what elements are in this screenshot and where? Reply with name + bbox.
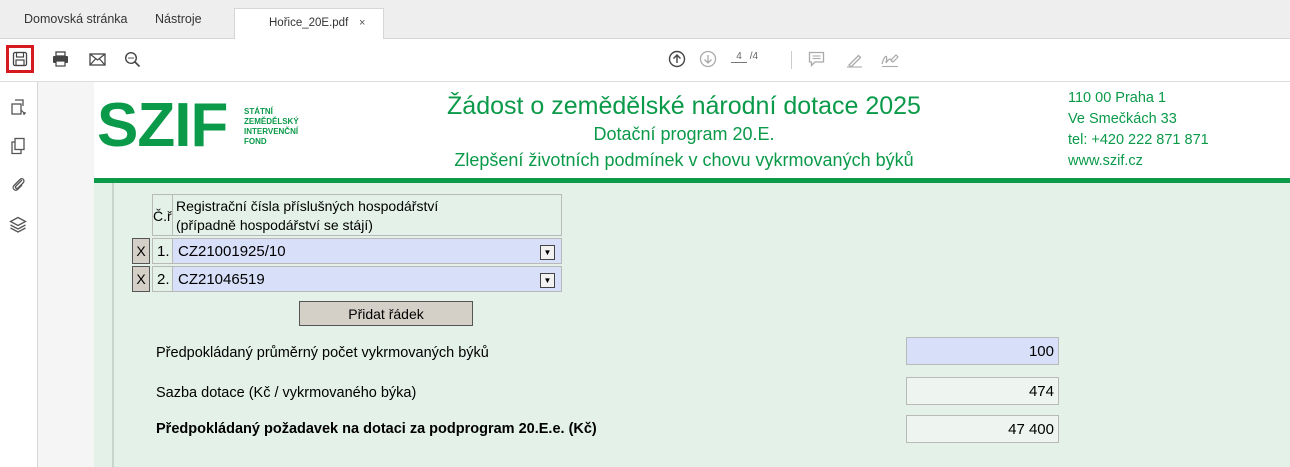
farm-registration-value: CZ21046519: [178, 271, 265, 288]
column-header-registration: Registrační čísla příslušných hospodářst…: [172, 194, 562, 236]
logo-line: INTERVENČNÍ: [244, 127, 299, 136]
tab-document-label: Hořice_20E.pdf: [269, 17, 349, 29]
dropdown-arrow-icon[interactable]: ▼: [540, 245, 555, 260]
contact-street: Ve Smečkách 33: [1068, 111, 1177, 127]
tab-home[interactable]: Domovská stránka: [24, 0, 128, 38]
row-number: 1.: [152, 238, 172, 264]
highlight-pen-icon[interactable]: [844, 49, 864, 69]
page-indicator: 4 /4: [731, 51, 758, 63]
total-label: Předpokládaný požadavek na dotaci za pod…: [156, 421, 597, 437]
delete-row-button[interactable]: X: [132, 238, 150, 264]
row-number: 2.: [152, 266, 172, 292]
dropdown-arrow-icon[interactable]: ▼: [540, 273, 555, 288]
toolbar: 4 /4: [0, 39, 1290, 82]
comment-icon[interactable]: [806, 49, 826, 69]
logo-line: STÁTNÍ: [244, 107, 273, 116]
sign-icon[interactable]: [880, 49, 900, 69]
szif-logo: SZIF: [97, 91, 228, 160]
layers-icon[interactable]: [8, 214, 28, 234]
add-row-button[interactable]: Přidat řádek: [299, 301, 473, 326]
delete-row-button[interactable]: X: [132, 266, 150, 292]
logo-line: ZEMĚDĚLSKÝ: [244, 117, 299, 126]
zoom-icon[interactable]: [122, 49, 142, 69]
document-title: Žádost o zemědělské národní dotace 2025: [447, 92, 921, 120]
farm-registration-select[interactable]: CZ21046519 ▼: [172, 266, 562, 292]
contact-phone: tel: +420 222 871 871: [1068, 132, 1209, 148]
page-thumbnails-icon[interactable]: [8, 97, 28, 117]
szif-logo-text: STÁTNÍ ZEMĚDĚLSKÝ INTERVENČNÍ FOND: [244, 107, 299, 147]
column-header-line: Registrační čísla příslušných hospodářst…: [176, 198, 439, 214]
page-total: /4: [749, 51, 759, 62]
rate-value: 474: [906, 377, 1059, 405]
close-icon[interactable]: ×: [359, 9, 365, 37]
tab-document[interactable]: Hořice_20E.pdf ×: [234, 8, 384, 40]
count-input[interactable]: 100: [906, 337, 1059, 365]
rate-label: Sazba dotace (Kč / vykrmovaného býka): [156, 385, 417, 401]
contact-city: 110 00 Praha 1: [1068, 90, 1167, 106]
total-value: 47 400: [906, 415, 1059, 443]
tab-tools[interactable]: Nástroje: [155, 0, 202, 38]
logo-line: FOND: [244, 137, 267, 146]
document-title-block: Žádost o zemědělské národní dotace 2025 …: [364, 90, 1004, 174]
left-nav-panel: [0, 82, 38, 467]
column-header-no: Č.ř.: [152, 194, 176, 236]
document-viewport[interactable]: SZIF STÁTNÍ ZEMĚDĚLSKÝ INTERVENČNÍ FOND …: [38, 82, 1290, 467]
document-subtitle: Dotační program 20.E.: [593, 124, 775, 144]
print-icon[interactable]: [50, 49, 70, 69]
save-icon[interactable]: [10, 49, 30, 69]
count-label: Předpokládaný průměrný počet vykrmovanýc…: [156, 345, 489, 361]
toolbar-separator: [791, 51, 792, 69]
form-margin-line: [112, 183, 114, 467]
page-down-icon[interactable]: [698, 49, 718, 69]
document-program-name: Zlepšení životních podmínek v chovu vykr…: [454, 150, 914, 170]
page-up-icon[interactable]: [667, 49, 687, 69]
email-icon[interactable]: [87, 49, 107, 69]
column-header-line: (případně hospodářství se stájí): [176, 217, 373, 233]
page-current-input[interactable]: 4: [731, 51, 747, 63]
farm-registration-select[interactable]: CZ21001925/10 ▼: [172, 238, 562, 264]
copy-pages-icon[interactable]: [8, 136, 28, 156]
farm-registration-value: CZ21001925/10: [178, 243, 286, 260]
attachment-icon[interactable]: [8, 174, 28, 194]
contact-info: 110 00 Praha 1 Ve Smečkách 33 tel: +420 …: [1068, 88, 1209, 172]
tab-bar: Domovská stránka Nástroje Hořice_20E.pdf…: [0, 0, 1290, 40]
contact-web[interactable]: www.szif.cz: [1068, 151, 1209, 172]
pdf-page: SZIF STÁTNÍ ZEMĚDĚLSKÝ INTERVENČNÍ FOND …: [94, 82, 1290, 467]
